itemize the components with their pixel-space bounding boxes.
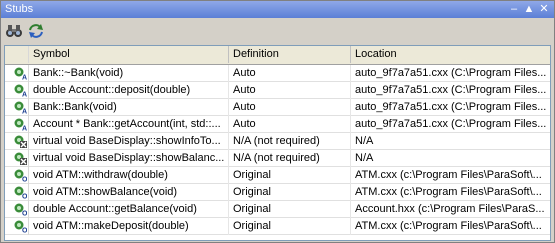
table-row[interactable]: Odouble Account::getBalance(void) Origina… — [5, 201, 550, 218]
svg-text:A: A — [22, 126, 27, 132]
original-stub-icon: O — [13, 219, 28, 235]
original-stub-icon: O — [13, 202, 28, 218]
table-header: Symbol Definition Location — [5, 46, 550, 65]
row-icon-cell: A — [5, 82, 29, 99]
row-icon-cell — [5, 150, 29, 167]
definition-cell[interactable]: Original — [229, 218, 351, 235]
table-row[interactable]: Ovoid ATM::showBalance(void) Original ATM.… — [5, 184, 550, 201]
not-required-icon — [13, 134, 27, 148]
location-cell[interactable]: N/A — [351, 150, 550, 167]
original-stub-icon: O — [13, 168, 28, 184]
location-cell[interactable]: Account.hxx (c:\Program Files\ParaS... — [351, 201, 550, 218]
row-icon-cell — [5, 133, 29, 150]
symbol-cell[interactable]: Bank::~Bank(void) — [29, 65, 229, 82]
column-header-symbol[interactable]: Symbol — [29, 46, 229, 63]
auto-stub-icon: A — [13, 66, 27, 82]
toolbar — [1, 19, 554, 43]
symbol-cell[interactable]: virtual void BaseDisplay::showInfoTo... — [29, 133, 229, 150]
definition-cell[interactable]: Auto — [229, 99, 351, 116]
location-cell[interactable]: auto_9f7a7a51.cxx (C:\Program Files... — [351, 116, 550, 133]
symbol-cell[interactable]: void ATM::makeDeposit(double) — [29, 218, 229, 235]
definition-cell[interactable]: Auto — [229, 65, 351, 82]
original-stub-icon: O — [13, 185, 28, 201]
location-cell[interactable]: auto_9f7a7a51.cxx (C:\Program Files... — [351, 65, 550, 82]
stubs-window: Stubs – ▲ ✕ Symbol Definition Location A… — [0, 0, 555, 243]
symbol-cell[interactable]: void ATM::showBalance(void) — [29, 184, 229, 201]
row-icon-cell: A — [5, 99, 29, 116]
definition-cell[interactable]: Auto — [229, 82, 351, 99]
svg-text:O: O — [22, 228, 27, 234]
close-icon[interactable]: ✕ — [537, 2, 551, 16]
table-row[interactable]: Ovoid ATM::withdraw(double) Original ATM.c… — [5, 167, 550, 184]
location-cell[interactable]: ATM.cxx (c:\Program Files\ParaSoft\... — [351, 218, 550, 235]
definition-cell[interactable]: N/A (not required) — [229, 150, 351, 167]
svg-text:O: O — [22, 211, 27, 217]
symbol-cell[interactable]: double Account::deposit(double) — [29, 82, 229, 99]
column-header-definition[interactable]: Definition — [229, 46, 351, 63]
symbol-cell[interactable]: double Account::getBalance(void) — [29, 201, 229, 218]
auto-stub-icon: A — [13, 117, 27, 133]
table-row[interactable]: Adouble Account::deposit(double) Auto auto… — [5, 82, 550, 99]
definition-cell[interactable]: Auto — [229, 116, 351, 133]
not-required-icon — [13, 151, 27, 165]
auto-stub-icon: A — [13, 100, 27, 116]
svg-text:O: O — [22, 194, 27, 200]
definition-cell[interactable]: Original — [229, 167, 351, 184]
symbol-cell[interactable]: void ATM::withdraw(double) — [29, 167, 229, 184]
symbol-cell[interactable]: Account * Bank::getAccount(int, std::... — [29, 116, 229, 133]
column-header-location[interactable]: Location — [351, 46, 550, 63]
location-cell[interactable]: auto_9f7a7a51.cxx (C:\Program Files... — [351, 99, 550, 116]
table-row[interactable]: A Bank::Bank(void) Auto auto_9f7a7a51.cxx (… — [5, 99, 550, 116]
location-cell[interactable]: auto_9f7a7a51.cxx (C:\Program Files... — [351, 82, 550, 99]
location-cell[interactable]: ATM.cxx (c:\Program Files\ParaSoft\... — [351, 184, 550, 201]
svg-text:A: A — [22, 75, 27, 81]
row-icon-cell: O — [5, 184, 29, 201]
title-bar: Stubs – ▲ ✕ — [1, 1, 554, 18]
row-icon-cell: A — [5, 116, 29, 133]
location-cell[interactable]: ATM.cxx (c:\Program Files\ParaSoft\... — [351, 167, 550, 184]
row-icon-cell: O — [5, 167, 29, 184]
window-title: Stubs — [5, 3, 34, 15]
definition-cell[interactable]: N/A (not required) — [229, 133, 351, 150]
pin-icon[interactable]: ▲ — [522, 2, 536, 16]
table-row[interactable]: virtual void BaseDisplay::showInfoTo... N… — [5, 133, 550, 150]
auto-hide-icon[interactable]: – — [507, 2, 521, 16]
svg-text:O: O — [22, 177, 27, 183]
table-row[interactable]: Ovoid ATM::makeDeposit(double) Original AT… — [5, 218, 550, 235]
symbol-cell[interactable]: virtual void BaseDisplay::showBalanc... — [29, 150, 229, 167]
stubs-table: Symbol Definition Location A Bank::~Bank(… — [4, 45, 551, 241]
definition-cell[interactable]: Original — [229, 201, 351, 218]
symbol-cell[interactable]: Bank::Bank(void) — [29, 99, 229, 116]
refresh-icon[interactable] — [27, 22, 45, 40]
binoculars-icon[interactable] — [5, 22, 23, 40]
row-icon-cell: A — [5, 65, 29, 82]
table-row[interactable]: A Account * Bank::getAccount(int, std::..… — [5, 116, 550, 133]
svg-text:A: A — [22, 109, 27, 115]
table-row[interactable]: A Bank::~Bank(void) Auto auto_9f7a7a51.cxx … — [5, 65, 550, 82]
row-icon-cell: O — [5, 201, 29, 218]
table-row[interactable]: virtual void BaseDisplay::showBalanc... N… — [5, 150, 550, 167]
definition-cell[interactable]: Original — [229, 184, 351, 201]
column-header-icon[interactable] — [5, 46, 29, 63]
auto-stub-icon: A — [13, 83, 27, 99]
row-icon-cell: O — [5, 218, 29, 235]
svg-text:A: A — [22, 92, 27, 98]
location-cell[interactable]: N/A — [351, 133, 550, 150]
